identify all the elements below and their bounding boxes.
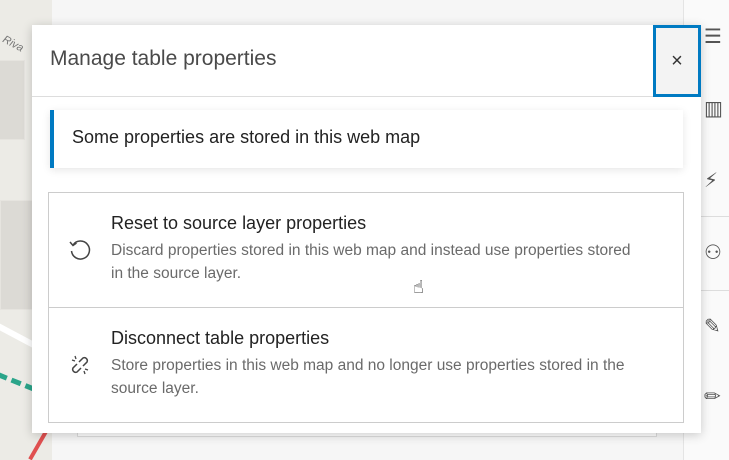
dialog-header: Manage table properties × <box>32 25 701 97</box>
close-button[interactable]: × <box>653 25 701 97</box>
reset-icon <box>69 240 91 260</box>
sketch-icon[interactable]: ✏ <box>704 384 729 410</box>
option-title: Reset to source layer properties <box>111 213 367 233</box>
reset-option[interactable]: Reset to source layer properties Discard… <box>49 193 683 307</box>
list-icon[interactable]: ☰ <box>704 24 729 50</box>
dialog-title: Manage table properties <box>50 47 277 70</box>
unlink-icon <box>71 355 89 375</box>
notice: Some properties are stored in this web m… <box>50 110 683 168</box>
map-building <box>0 60 25 140</box>
option-description: Discard properties stored in this web ma… <box>111 242 631 282</box>
edit-icon[interactable]: ✎ <box>704 314 729 340</box>
manage-table-properties-dialog: Manage table properties × Some propertie… <box>32 25 701 433</box>
graph-icon[interactable]: ⚇ <box>704 240 729 266</box>
hand-cursor-icon: ☝ <box>413 277 424 297</box>
option-title: Disconnect table properties <box>111 328 330 348</box>
quick-actions-icon[interactable]: ⚡ <box>704 168 729 194</box>
disconnect-option[interactable]: Disconnect table properties Store proper… <box>49 307 683 422</box>
map-street-label: Riva <box>0 33 26 55</box>
option-description: Store properties in this web map and no … <box>111 357 625 397</box>
options-list: Reset to source layer properties Discard… <box>48 192 684 423</box>
chart-settings-icon[interactable]: ▥ <box>704 96 729 122</box>
